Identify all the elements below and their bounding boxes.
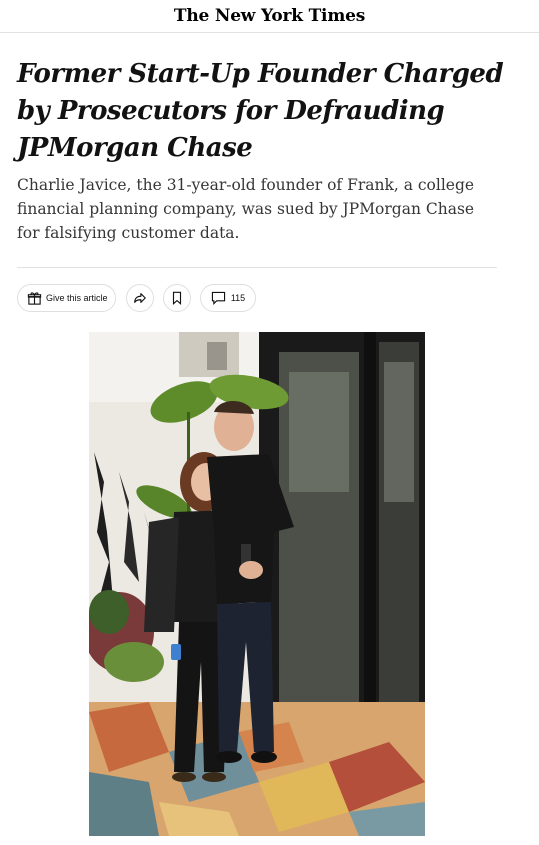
masthead: The New York Times bbox=[0, 0, 539, 33]
divider bbox=[17, 267, 497, 268]
article-summary: Charlie Javice, the 31-year-old founder … bbox=[17, 176, 475, 242]
comments-button[interactable]: 115 bbox=[200, 284, 256, 312]
save-button[interactable] bbox=[163, 284, 191, 312]
nyt-logo[interactable]: The New York Times bbox=[174, 6, 365, 26]
share-button[interactable] bbox=[126, 284, 154, 312]
comment-bubble-icon bbox=[211, 291, 226, 305]
article-photo[interactable] bbox=[89, 332, 425, 836]
gift-icon bbox=[27, 291, 42, 306]
comment-count: 115 bbox=[230, 293, 246, 303]
share-arrow-icon bbox=[133, 291, 147, 305]
gift-article-button[interactable]: Give this article bbox=[17, 284, 116, 312]
article-headline: Former Start-Up Founder Charged by Prose… bbox=[17, 59, 504, 163]
bookmark-icon bbox=[171, 291, 183, 305]
gift-label: Give this article bbox=[46, 293, 108, 303]
